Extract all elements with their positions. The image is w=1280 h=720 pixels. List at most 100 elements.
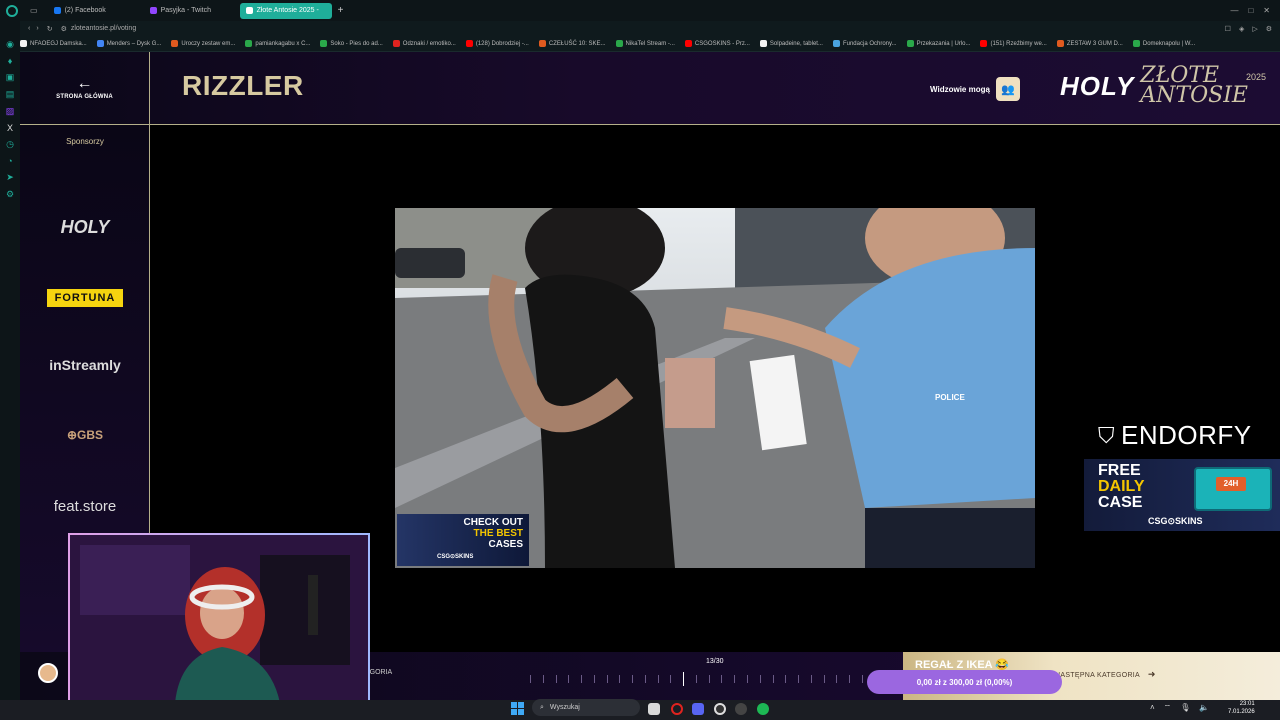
bookmark-item[interactable]: Soko - Pies do ad...: [320, 40, 383, 47]
settings-icon[interactable]: ⚙: [1266, 25, 1272, 33]
bookmark-label: Solpadeine, tablet...: [769, 40, 823, 47]
bookmark-item[interactable]: CSGOSKINS - Prz...: [684, 40, 750, 47]
tab-label: Pasyjka - Twitch: [160, 7, 212, 14]
bookmark-item[interactable]: NikaTel Stream -...: [615, 40, 675, 47]
progress-counter: 13/30: [706, 658, 724, 665]
play-icon[interactable]: ▷: [1252, 25, 1257, 33]
browser-tab[interactable]: (2) Facebook: [48, 3, 140, 19]
windows-taskbar: [0, 700, 1280, 720]
system-tray[interactable]: ˄ ⌔ 🎙 🔈: [1150, 703, 1209, 713]
maximize-button[interactable]: □: [1248, 6, 1253, 15]
progress-ticks: [530, 672, 901, 686]
arrow-left-icon: ←: [76, 74, 93, 92]
endorfy-label: ENDORFY: [1121, 420, 1252, 450]
extensions-icon[interactable]: ◈: [1239, 25, 1244, 33]
site-info-icon[interactable]: ⚙: [61, 25, 67, 33]
sidebar-chat-icon[interactable]: ▣: [6, 72, 15, 83]
next-category-button[interactable]: NASTĘPNA KATEGORIA ➜: [1055, 669, 1156, 680]
tab-label: Złote Antosie 2025 -: [256, 7, 319, 14]
bookmark-item[interactable]: Domeknapolu | W...: [1132, 40, 1196, 47]
app-icon[interactable]: [735, 703, 747, 715]
video-promo-banner: CHECK OUT THE BEST CASES CSG⊙SKINS: [397, 514, 529, 566]
nominee-video[interactable]: POLICE CHECK OUT THE BEST CASES CSG⊙SKIN…: [395, 208, 1035, 568]
new-tab-button[interactable]: +: [338, 5, 344, 16]
bookmark-item[interactable]: Fundacja Ochrony...: [832, 40, 897, 47]
home-back-button[interactable]: ← STRONA GŁÓWNA: [20, 52, 150, 125]
bookmark-icon[interactable]: ☐: [1225, 25, 1231, 33]
back-nav-icon[interactable]: ‹: [28, 25, 30, 32]
sponsor-fortuna[interactable]: FORTUNA: [20, 288, 150, 307]
bookmark-label: CSGOSKINS - Prz...: [694, 40, 750, 47]
bookmark-favicon-icon: [1056, 40, 1064, 47]
bookmark-favicon-icon: [171, 40, 179, 47]
users-icon[interactable]: 👥: [995, 77, 1020, 101]
bookmark-label: NikaTel Stream -...: [625, 40, 675, 47]
sponsors-label: Sponsorzy: [66, 137, 104, 146]
sponsor-instreamly[interactable]: inStreamly: [20, 357, 150, 373]
browser-logo-icon[interactable]: [6, 4, 18, 17]
bookmark-favicon-icon: [96, 40, 104, 47]
chevron-up-icon[interactable]: ˄: [1150, 703, 1155, 713]
csgoskins-ad[interactable]: FREE DAILY CASE 24H CSG⊙SKINS: [1084, 459, 1280, 531]
tab-label: (2) Facebook: [64, 7, 106, 14]
volume-icon[interactable]: 🔈: [1199, 703, 1209, 713]
close-window-button[interactable]: ✕: [1263, 6, 1270, 15]
csgo-free-text: FREE DAILY CASE: [1098, 462, 1145, 511]
sidebar-home-icon[interactable]: ◉: [6, 39, 14, 50]
bookmark-item[interactable]: (151) Rzeźbimy we...: [980, 40, 1047, 47]
minimize-button[interactable]: —: [1230, 6, 1238, 15]
tab-list-icon[interactable]: ▭: [30, 6, 38, 15]
sidebar-x-icon[interactable]: X: [7, 123, 13, 133]
bookmark-item[interactable]: ZESTAW 3 GUM D...: [1056, 40, 1123, 47]
holy-logo: HOLY: [1060, 70, 1135, 101]
logo-year: 2025: [1245, 72, 1266, 82]
bookmark-item[interactable]: Odznaki / emotiko...: [392, 40, 456, 47]
endorfy-ad[interactable]: ⛉ ENDORFY: [1098, 420, 1252, 451]
viewers-control[interactable]: Widzowie mogą 👥: [930, 77, 1020, 101]
network-icon[interactable]: ⌔: [1164, 703, 1172, 713]
discord-icon[interactable]: [692, 703, 704, 715]
sponsor-holy[interactable]: HOLY: [20, 217, 150, 238]
sidebar-drop-icon[interactable]: ♦: [8, 56, 13, 66]
browser-sidebar: ◉ ♦ ▣ ▤ ▨ X ◷ ◔ ➤ ⚙: [0, 21, 20, 700]
bookmark-favicon-icon: [465, 40, 473, 47]
address-bar: ‹ › ↻ ⚙ zloteantosie.pl/voting ☐ ◈ ▷ ⚙: [20, 21, 1280, 36]
spotify-icon[interactable]: [757, 703, 769, 715]
bookmark-favicon-icon: [684, 40, 692, 47]
bookmark-item[interactable]: NFAOEGJ Damska...: [20, 40, 87, 47]
bookmark-item[interactable]: pamiankagabu x C...: [245, 40, 310, 47]
sidebar-history-icon[interactable]: ◷: [6, 139, 14, 150]
forward-nav-icon[interactable]: ›: [36, 25, 38, 32]
bookmark-item[interactable]: CZEŁUŚĆ 10: SKE...: [538, 40, 606, 47]
sponsor-featstore[interactable]: feat.store: [20, 498, 150, 515]
bookmark-item[interactable]: (128) Dobrodziej -...: [465, 40, 529, 47]
bookmark-label: Domeknapolu | W...: [1142, 40, 1196, 47]
file-explorer-icon[interactable]: [648, 703, 660, 715]
sidebar-twitch-icon[interactable]: ▨: [6, 106, 15, 117]
bookmark-label: Przekazania | Urlo...: [916, 40, 971, 47]
avatar[interactable]: [38, 663, 58, 683]
sidebar-settings-icon[interactable]: ⚙: [6, 189, 14, 200]
taskbar-clock[interactable]: 23:01 7.01.2026: [1228, 700, 1255, 716]
bookmark-label: (128) Dobrodziej -...: [475, 40, 529, 47]
bookmark-item[interactable]: Solpadeine, tablet...: [759, 40, 823, 47]
reload-icon[interactable]: ↻: [47, 25, 53, 33]
windows-start-icon[interactable]: [511, 702, 524, 715]
bookmark-item[interactable]: Przekazania | Urlo...: [906, 40, 971, 47]
mic-icon[interactable]: 🎙: [1180, 703, 1190, 713]
home-back-label: STRONA GŁÓWNA: [56, 93, 113, 100]
bookmark-favicon-icon: [759, 40, 767, 47]
url-field[interactable]: zloteantosie.pl/voting: [71, 25, 136, 32]
browser-tab[interactable]: Złote Antosie 2025 -: [239, 2, 332, 19]
taskbar-search[interactable]: ⌕ Wyszukaj: [532, 699, 640, 716]
browser-tab[interactable]: Pasyjka - Twitch: [144, 3, 236, 19]
sponsor-gbs[interactable]: ⊕GBS: [20, 428, 150, 442]
sidebar-clock-icon[interactable]: ◔: [7, 156, 12, 166]
sidebar-send-icon[interactable]: ➤: [6, 172, 14, 183]
sidebar-message-icon[interactable]: ▤: [6, 89, 15, 100]
obs-icon[interactable]: [714, 703, 726, 715]
bookmark-item[interactable]: Uroczy zestaw em...: [171, 40, 235, 47]
opera-icon[interactable]: [671, 703, 683, 715]
donation-goal[interactable]: 0,00 zł z 300,00 zł (0,00%): [867, 670, 1062, 694]
bookmark-item[interactable]: Menders – Dysk G...: [96, 40, 161, 47]
